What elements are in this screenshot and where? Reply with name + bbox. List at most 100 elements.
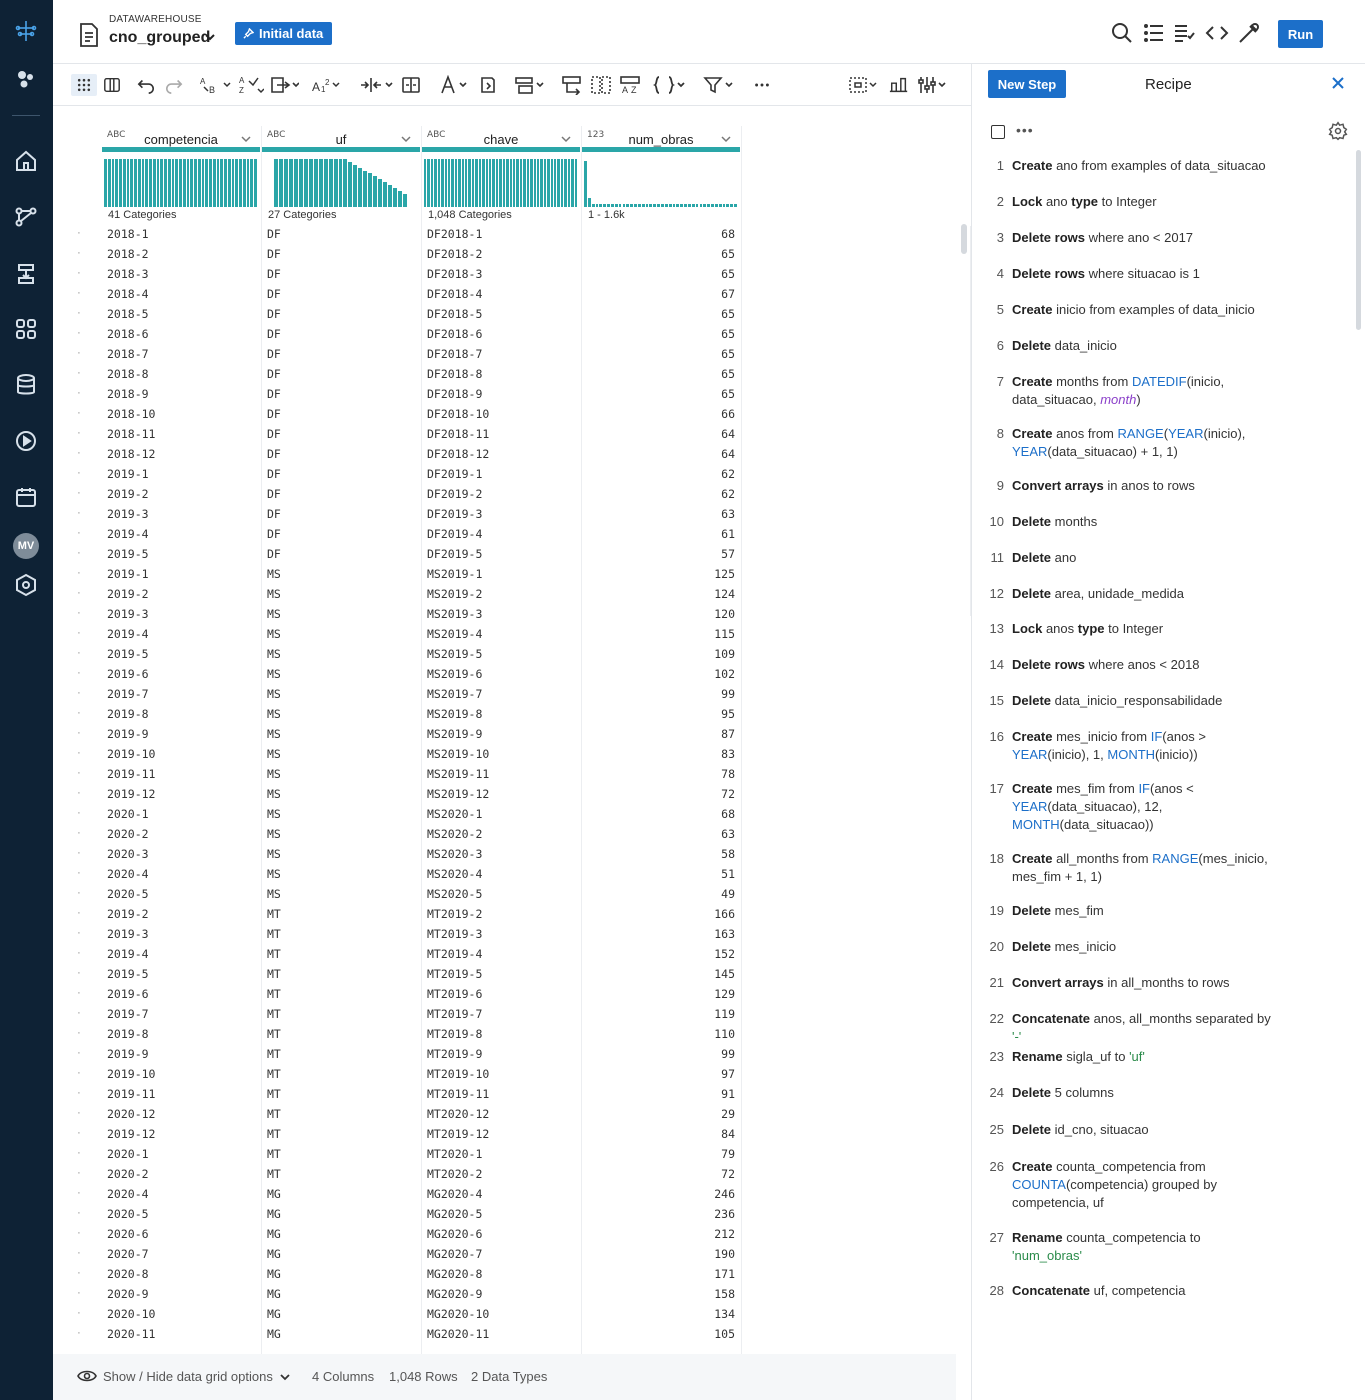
table-row[interactable]: · 2019-5 MS MS2019-5 109 (53, 644, 753, 664)
table-cell[interactable]: MT (267, 1107, 281, 1121)
histogram-bar[interactable] (695, 204, 699, 207)
grid-scrollbar[interactable] (961, 224, 967, 254)
recipe-step[interactable]: 26 Create counta_competencia from COUNTA(c… (990, 1158, 1312, 1212)
histogram-bar[interactable] (313, 159, 318, 207)
table-cell[interactable]: MG2020-8 (427, 1267, 482, 1281)
histogram-bar[interactable] (495, 159, 499, 207)
histogram-bar[interactable] (239, 159, 242, 207)
column-details-panel-icon[interactable] (889, 74, 909, 96)
histogram-bar[interactable] (485, 159, 489, 207)
histogram-bar[interactable] (171, 159, 175, 207)
histogram-bar[interactable] (657, 204, 660, 207)
histogram-bar[interactable] (190, 159, 194, 207)
table-cell[interactable]: 2019-12 (107, 787, 155, 801)
app-logo-icon[interactable] (12, 17, 40, 45)
job-history-icon[interactable] (12, 427, 40, 455)
table-cell[interactable]: 65 (587, 247, 735, 261)
table-cell[interactable]: 2020-2 (107, 827, 149, 841)
histogram-bar[interactable] (718, 204, 722, 207)
histogram-bar[interactable] (564, 159, 567, 207)
table-cell[interactable]: MS (267, 767, 281, 781)
table-cell[interactable]: 2019-3 (107, 927, 149, 941)
more-icon[interactable]: ••• (1016, 122, 1034, 138)
histogram-bar[interactable] (126, 159, 130, 207)
table-cell[interactable]: MG2020-7 (427, 1247, 482, 1261)
table-row[interactable]: · 2020-8 MG MG2020-8 171 (53, 1264, 753, 1284)
table-cell[interactable]: MT2020-1 (427, 1147, 482, 1161)
table-cell[interactable]: MS2019-4 (427, 627, 482, 641)
table-cell[interactable]: 95 (587, 707, 735, 721)
table-cell[interactable]: 2020-10 (107, 1307, 155, 1321)
histogram-bar[interactable] (571, 159, 574, 207)
table-row[interactable]: · 2020-1 MS MS2020-1 68 (53, 804, 753, 824)
home-icon[interactable] (12, 147, 40, 175)
table-cell[interactable]: 65 (587, 367, 735, 381)
histogram-bar[interactable] (502, 159, 506, 207)
table-cell[interactable]: MT (267, 947, 281, 961)
histogram-bar[interactable] (722, 204, 726, 207)
table-cell[interactable]: DF (267, 547, 281, 561)
table-cell[interactable]: 2019-10 (107, 747, 155, 761)
table-row[interactable]: · 2019-4 MT MT2019-4 152 (53, 944, 753, 964)
table-row[interactable]: · 2019-12 MS MS2019-12 72 (53, 784, 753, 804)
table-cell[interactable]: DF (267, 307, 281, 321)
table-cell[interactable]: 2020-5 (107, 1207, 149, 1221)
histogram-bar[interactable] (509, 159, 512, 207)
table-row[interactable]: · 2019-4 MS MS2019-4 115 (53, 624, 753, 644)
table-cell[interactable]: 66 (587, 407, 735, 421)
recipe-step[interactable]: 15 Delete data_inicio_responsabilidade (990, 692, 1312, 710)
dataset-name[interactable]: cno_grouped (109, 29, 210, 47)
table-row[interactable]: · 2018-1 DF DF2018-1 68 (53, 224, 753, 244)
histogram-competencia[interactable] (104, 159, 258, 207)
grid-options-toggle[interactable]: Show / Hide data grid options (103, 1369, 273, 1384)
histogram-bar[interactable] (447, 159, 451, 207)
histogram-bar[interactable] (614, 204, 618, 207)
table-cell[interactable]: MT2019-11 (427, 1087, 489, 1101)
table-cell[interactable]: 2020-8 (107, 1267, 149, 1281)
table-cell[interactable]: 102 (587, 667, 735, 681)
histogram-bar[interactable] (680, 204, 684, 207)
table-cell[interactable]: MS (267, 747, 281, 761)
histogram-bar[interactable] (298, 159, 303, 207)
search-icon[interactable] (1110, 21, 1134, 45)
table-row[interactable]: · 2019-4 DF DF2019-4 61 (53, 524, 753, 544)
recipe-step[interactable]: 8 Create anos from RANGE(YEAR(inicio), YEA… (997, 425, 1312, 461)
table-cell[interactable]: 2019-8 (107, 707, 149, 721)
table-cell[interactable]: 2019-5 (107, 647, 149, 661)
histogram-bar[interactable] (622, 204, 626, 207)
histogram-bar[interactable] (343, 159, 348, 207)
recipe-step[interactable]: 2 Lock ano type to Integer (997, 193, 1312, 211)
table-cell[interactable]: DF (267, 287, 281, 301)
table-cell[interactable]: DF2018-4 (427, 287, 482, 301)
table-cell[interactable]: 2018-6 (107, 327, 149, 341)
workspace-icon[interactable] (12, 65, 40, 93)
split-icon[interactable] (359, 74, 393, 96)
histogram-bar[interactable] (119, 159, 122, 207)
table-cell[interactable]: 105 (587, 1327, 735, 1341)
histogram-bar[interactable] (595, 204, 599, 207)
histogram-bar[interactable] (512, 159, 516, 207)
pivot-icon[interactable]: AZ (619, 74, 641, 96)
recipe-step[interactable]: 10 Delete months (990, 513, 1312, 531)
table-cell[interactable]: 190 (587, 1247, 735, 1261)
table-cell[interactable]: MS (267, 587, 281, 601)
histogram-bar[interactable] (358, 167, 363, 207)
recipe-step[interactable]: 3 Delete rows where ano < 2017 (997, 229, 1312, 247)
table-cell[interactable]: MG (267, 1287, 281, 1301)
chevron-down-icon[interactable] (560, 133, 572, 145)
table-cell[interactable]: 2020-7 (107, 1247, 149, 1261)
histogram-bar[interactable] (167, 159, 171, 207)
lookup-icon[interactable] (590, 74, 612, 96)
table-cell[interactable]: MT2019-5 (427, 967, 482, 981)
table-row[interactable]: · 2020-2 MS MS2020-2 63 (53, 824, 753, 844)
histogram-num-obras[interactable] (584, 159, 738, 207)
table-cell[interactable]: MT (267, 967, 281, 981)
histogram-bar[interactable] (560, 159, 564, 207)
library-icon[interactable] (12, 315, 40, 343)
recipe-step[interactable]: 24 Delete 5 columns (990, 1084, 1312, 1102)
histogram-bar[interactable] (333, 159, 338, 207)
table-row[interactable]: · 2020-5 MS MS2020-5 49 (53, 884, 753, 904)
histogram-bar[interactable] (424, 159, 427, 207)
table-row[interactable]: · 2019-5 MT MT2019-5 145 (53, 964, 753, 984)
table-row[interactable]: · 2019-1 DF DF2019-1 62 (53, 464, 753, 484)
